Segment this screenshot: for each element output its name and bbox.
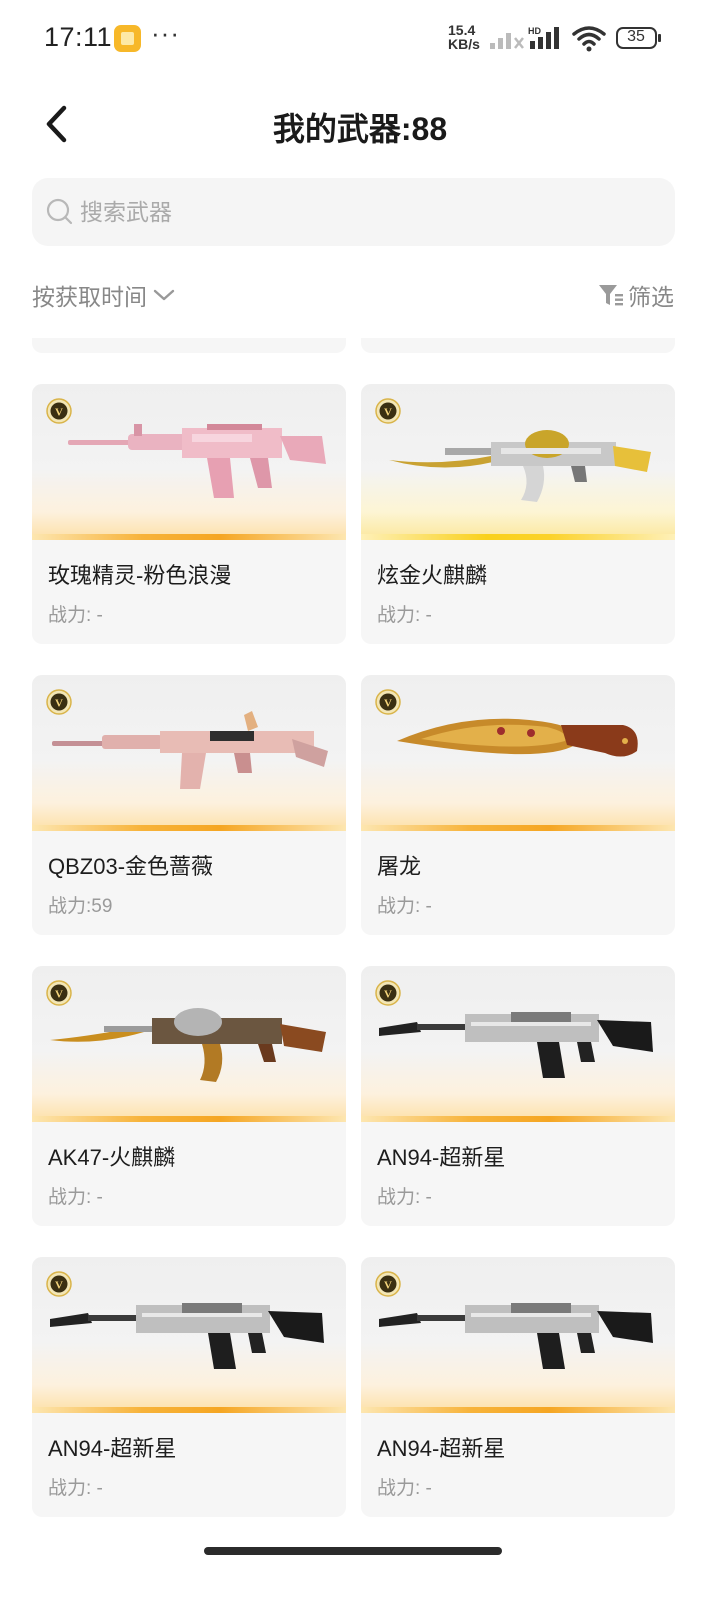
weapon-power: 战力: - bbox=[48, 1478, 103, 1499]
network-speed: 15.4 KB/s bbox=[448, 23, 480, 51]
pink-rifle-icon bbox=[32, 384, 346, 540]
home-indicator[interactable] bbox=[204, 1547, 502, 1555]
wifi-icon bbox=[572, 26, 606, 52]
weapon-image bbox=[361, 384, 675, 540]
status-time: 17:11 bbox=[44, 22, 113, 52]
vip-badge-icon bbox=[46, 398, 72, 424]
chevron-down-icon bbox=[153, 289, 175, 301]
weapon-power: 战力: - bbox=[48, 1187, 103, 1208]
search-input[interactable] bbox=[80, 178, 660, 246]
search-icon bbox=[46, 198, 73, 225]
filter-label: 筛选 bbox=[628, 284, 674, 310]
signal-weak-icon bbox=[490, 33, 524, 49]
weapon-card[interactable]: AN94-超新星战力: - bbox=[361, 1257, 675, 1517]
filter-icon bbox=[599, 285, 623, 306]
vip-badge-icon bbox=[46, 1271, 72, 1297]
rose-rifle-icon bbox=[32, 675, 346, 831]
vip-badge-icon bbox=[375, 980, 401, 1006]
search-bar[interactable] bbox=[32, 178, 675, 246]
vip-badge-icon bbox=[375, 398, 401, 424]
filter-button[interactable]: 筛选 bbox=[598, 278, 674, 312]
weapon-card[interactable]: 玫瑰精灵-粉色浪漫战力: - bbox=[32, 384, 346, 644]
status-bar: 17:11 ··· 15.4 KB/s HD 35 bbox=[0, 0, 720, 76]
weapon-image bbox=[32, 675, 346, 831]
weapon-card[interactable]: AN94-超新星战力: - bbox=[32, 1257, 346, 1517]
an94-rifle-icon bbox=[361, 966, 675, 1122]
more-notifications-icon: ··· bbox=[151, 18, 180, 48]
weapon-name: AK47-火麒麟 bbox=[48, 1145, 176, 1170]
vip-badge-icon bbox=[46, 980, 72, 1006]
weapon-image bbox=[361, 675, 675, 831]
notification-app-icon bbox=[114, 25, 141, 52]
weapon-name: AN94-超新星 bbox=[48, 1436, 177, 1461]
sort-label: 按获取时间 bbox=[32, 284, 147, 310]
weapon-name: QBZ03-金色蔷薇 bbox=[48, 854, 214, 879]
weapon-card[interactable]: QBZ03-金色蔷薇战力:59 bbox=[32, 675, 346, 935]
dragon-blade-icon bbox=[361, 675, 675, 831]
network-speed-unit: KB/s bbox=[448, 36, 480, 52]
svg-text:HD: HD bbox=[528, 26, 541, 36]
weapon-power: 战力: - bbox=[377, 1187, 432, 1208]
network-speed-value: 15.4 bbox=[448, 22, 476, 38]
weapon-card-partial[interactable] bbox=[361, 338, 675, 353]
vip-badge-icon bbox=[375, 1271, 401, 1297]
weapon-name: 炫金火麒麟 bbox=[377, 563, 488, 588]
weapon-card[interactable]: AK47-火麒麟战力: - bbox=[32, 966, 346, 1226]
weapon-card[interactable]: 屠龙战力: - bbox=[361, 675, 675, 935]
gold-ak-icon bbox=[361, 384, 675, 540]
weapon-name: 屠龙 bbox=[377, 854, 422, 879]
sort-dropdown[interactable]: 按获取时间 bbox=[32, 278, 175, 312]
weapon-power: 战力: - bbox=[48, 605, 103, 626]
battery-level: 35 bbox=[627, 28, 645, 45]
an94-rifle-icon bbox=[361, 1257, 675, 1413]
signal-strong-icon: HD bbox=[528, 26, 559, 49]
weapon-name: AN94-超新星 bbox=[377, 1145, 506, 1170]
weapon-power: 战力:59 bbox=[48, 896, 113, 917]
page-title: 我的武器:88 bbox=[272, 111, 448, 147]
weapon-image bbox=[361, 966, 675, 1122]
fire-ak-icon bbox=[32, 966, 346, 1122]
vip-badge-icon bbox=[46, 689, 72, 715]
weapon-power: 战力: - bbox=[377, 896, 432, 917]
weapon-card[interactable]: AN94-超新星战力: - bbox=[361, 966, 675, 1226]
vip-badge-icon bbox=[375, 689, 401, 715]
weapon-name: 玫瑰精灵-粉色浪漫 bbox=[48, 563, 232, 588]
weapon-power: 战力: - bbox=[377, 1478, 432, 1499]
weapon-name: AN94-超新星 bbox=[377, 1436, 506, 1461]
weapon-image bbox=[32, 384, 346, 540]
an94-rifle-icon bbox=[32, 1257, 346, 1413]
weapon-power: 战力: - bbox=[377, 605, 432, 626]
weapon-image bbox=[361, 1257, 675, 1413]
weapon-card-partial[interactable] bbox=[32, 338, 346, 353]
weapon-card[interactable]: 炫金火麒麟战力: - bbox=[361, 384, 675, 644]
weapon-image bbox=[32, 966, 346, 1122]
weapon-image bbox=[32, 1257, 346, 1413]
nav-header: 我的武器:88 bbox=[0, 90, 720, 156]
